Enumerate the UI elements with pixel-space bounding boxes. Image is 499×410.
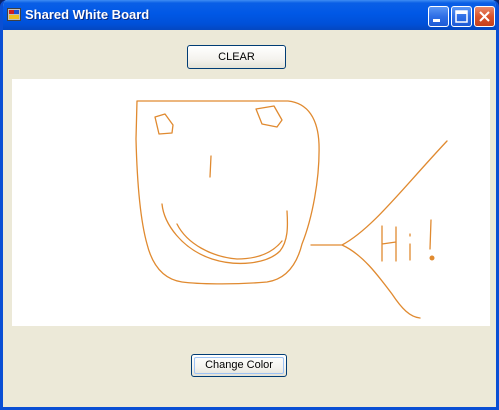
exclamation-stroke bbox=[429, 219, 432, 250]
maximize-icon bbox=[455, 10, 468, 23]
maximize-button[interactable] bbox=[451, 6, 472, 27]
drawing-layer bbox=[135, 100, 448, 319]
minimize-button[interactable] bbox=[428, 6, 449, 27]
close-button[interactable] bbox=[474, 6, 495, 27]
app-icon[interactable] bbox=[7, 8, 21, 21]
minimize-icon bbox=[433, 19, 440, 22]
whiteboard-canvas[interactable] bbox=[12, 79, 490, 326]
change-color-button[interactable]: Change Color bbox=[191, 354, 287, 377]
right-eye-stroke bbox=[255, 105, 283, 128]
window-title: Shared White Board bbox=[25, 7, 150, 22]
nose-stroke bbox=[209, 155, 212, 178]
clear-button[interactable]: CLEAR bbox=[187, 45, 286, 69]
letter-h-stroke bbox=[381, 225, 397, 262]
main-window: Shared White Board CLEAR Change Color bbox=[0, 0, 499, 410]
close-icon bbox=[479, 11, 490, 22]
left-eye-stroke bbox=[154, 113, 174, 135]
face-outline-stroke bbox=[135, 100, 320, 285]
exclamation-dot bbox=[429, 255, 435, 261]
title-bar[interactable]: Shared White Board bbox=[3, 0, 496, 30]
change-color-label: Change Color bbox=[205, 359, 273, 371]
smile-outer-stroke bbox=[161, 203, 289, 265]
speech-bubble-stroke bbox=[310, 140, 448, 319]
smile-inner-stroke bbox=[176, 223, 283, 260]
